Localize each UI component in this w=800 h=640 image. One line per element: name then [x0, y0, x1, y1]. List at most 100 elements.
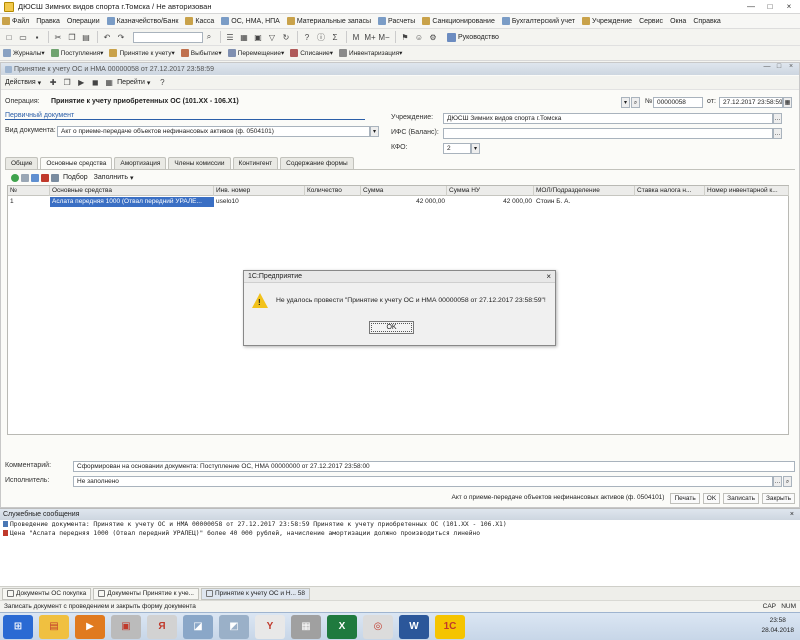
list-icon[interactable]: ☰ — [224, 31, 236, 43]
doc-kind-dropdown-icon[interactable]: ▾ — [370, 126, 379, 137]
table-cell-mol[interactable]: Стоин Б. А. — [534, 197, 635, 207]
menu-item-3[interactable]: Казначейство/Банк — [106, 17, 178, 25]
form-button-3[interactable]: Записать — [723, 493, 759, 504]
app-8-taskbar-icon[interactable]: ▦ — [291, 614, 321, 639]
app-3-taskbar-icon[interactable]: ▣ — [111, 614, 141, 639]
tab-5[interactable]: Содержание формы — [280, 157, 354, 169]
menu-item-9[interactable]: Бухгалтерский учет — [501, 17, 575, 25]
search-input[interactable] — [133, 31, 203, 43]
messages-close-icon[interactable]: × — [790, 509, 794, 521]
menu-item-7[interactable]: Расчеты — [378, 17, 415, 25]
executor-field[interactable]: Не заполнено — [73, 476, 773, 487]
copy-icon[interactable]: ❐ — [66, 31, 78, 43]
media-taskbar-icon[interactable]: ▶ — [75, 614, 105, 639]
guide-button[interactable]: Руководство — [447, 32, 499, 42]
table-cell-rate[interactable] — [635, 197, 705, 207]
yandex-browser-taskbar-icon[interactable]: Y — [255, 614, 285, 639]
form-button-0[interactable]: Акт о приеме-передаче объектов нефинансо… — [449, 493, 668, 504]
tab-4[interactable]: Контингент — [232, 157, 279, 169]
delete-row-icon[interactable] — [41, 173, 49, 182]
close-window-button[interactable]: × — [780, 0, 798, 13]
info-icon[interactable]: ⓘ — [315, 31, 327, 43]
table-row[interactable]: 1 Аслата передняя 1000 (Отвал передний УР… — [8, 186, 788, 207]
app-5-taskbar-icon[interactable]: ◪ — [183, 614, 213, 639]
section-button-3[interactable]: Выбытие ▾ — [180, 49, 222, 57]
form-button-1[interactable]: Печать — [670, 493, 700, 504]
unpost-doc-icon[interactable]: ◼ — [89, 77, 101, 89]
tools-icon[interactable]: ⚙ — [427, 31, 439, 43]
copy-row-icon[interactable] — [21, 173, 29, 182]
undo-icon[interactable]: ↶ — [101, 31, 113, 43]
section-button-5[interactable]: Списание ▾ — [290, 49, 333, 57]
institution-select-icon[interactable]: … — [773, 113, 782, 124]
actions-menu[interactable]: Действия ▾ — [5, 79, 41, 87]
fill-button[interactable]: Заполнить — [94, 174, 128, 181]
1c-taskbar-icon[interactable]: 1С — [435, 614, 465, 639]
fill-dropdown-icon[interactable]: ▾ — [130, 174, 134, 182]
copy-doc-icon[interactable]: ❐ — [61, 77, 73, 89]
menu-item-5[interactable]: ОС, НМА, НПА — [221, 17, 280, 25]
new-doc-icon[interactable]: □ — [3, 31, 15, 43]
kfo-dropdown-icon[interactable]: ▾ — [471, 143, 480, 154]
post-doc-icon[interactable]: ▶ — [75, 77, 87, 89]
form-button-4[interactable]: Закрыть — [761, 493, 795, 504]
table-cell-sum[interactable]: 42 000,00 — [361, 197, 447, 207]
tab-1[interactable]: Основные средства — [40, 157, 113, 169]
menu-item-8[interactable]: Санкционирование — [422, 17, 495, 25]
operation-dropdown-icon[interactable]: ▾ — [621, 97, 630, 108]
move-row-icon[interactable] — [51, 173, 59, 182]
refresh-icon[interactable]: ↻ — [280, 31, 292, 43]
select-button[interactable]: Подбор — [63, 174, 88, 181]
calendar-picker-icon[interactable]: ▦ — [783, 97, 792, 108]
doc-minimize-button[interactable]: — — [761, 63, 773, 70]
open-icon[interactable]: ▭ — [17, 31, 29, 43]
table-cell-card[interactable] — [705, 197, 789, 207]
table-cell-n[interactable]: 1 — [8, 197, 50, 207]
menu-item-2[interactable]: Операции — [67, 18, 100, 25]
find-icon[interactable]: ⌕ — [203, 31, 215, 43]
help-button[interactable]: ? — [156, 77, 168, 89]
clock[interactable]: 23:58 28.04.2018 — [761, 616, 794, 636]
word-taskbar-icon[interactable]: W — [399, 614, 429, 639]
date-field[interactable]: 27.12.2017 23:58:59 — [719, 97, 783, 108]
menu-item-13[interactable]: Справка — [693, 18, 720, 25]
minimize-button[interactable]: — — [742, 0, 760, 13]
section-button-6[interactable]: Инвентаризация ▾ — [339, 49, 402, 57]
tab-0[interactable]: Общие — [5, 157, 39, 169]
number-field[interactable]: 00000058 — [653, 97, 703, 108]
window-tab-2[interactable]: Принятие к учету ОС и Н... 58 — [200, 587, 310, 600]
maximize-button[interactable]: □ — [761, 0, 779, 13]
filter-icon[interactable]: ▽ — [266, 31, 278, 43]
yandex-taskbar-icon[interactable]: Я — [147, 614, 177, 639]
bookmark-icon[interactable]: ⚑ — [399, 31, 411, 43]
comment-field[interactable]: Сформирован на основании документа: Пост… — [73, 461, 795, 472]
save-icon[interactable]: ▪ — [31, 31, 43, 43]
kfo-field[interactable]: 2 — [443, 143, 471, 154]
structure-icon[interactable]: ▦ — [103, 77, 115, 89]
chrome-taskbar-icon[interactable]: ◎ — [363, 614, 393, 639]
excel-taskbar-icon[interactable]: X — [327, 614, 357, 639]
window-tab-0[interactable]: Документы ОС покупка — [2, 587, 92, 600]
doc-maximize-button[interactable]: □ — [773, 63, 785, 70]
form-button-2[interactable]: OK — [702, 493, 721, 504]
menu-item-4[interactable]: Касса — [185, 17, 214, 25]
ifs-select-icon[interactable]: … — [773, 128, 782, 139]
sum-icon[interactable]: Σ — [329, 31, 341, 43]
menu-item-12[interactable]: Окна — [670, 18, 686, 25]
explorer-taskbar-icon[interactable]: ▤ — [39, 614, 69, 639]
table-cell-asset[interactable]: Аслата передняя 1000 (Отвал передний УРА… — [50, 197, 214, 207]
menu-item-11[interactable]: Сервис — [639, 18, 663, 25]
menu-item-1[interactable]: Правка — [36, 18, 60, 25]
doc-kind-field[interactable]: Акт о приеме-передаче объектов нефинансо… — [57, 126, 370, 137]
dialog-ok-button[interactable]: OK — [369, 321, 414, 334]
memory-button[interactable]: M — [350, 31, 362, 43]
memory-minus-button[interactable]: M− — [378, 31, 390, 43]
grid-icon[interactable]: ▦ — [238, 31, 250, 43]
menu-item-0[interactable]: Файл — [2, 17, 29, 25]
table-cell-inv[interactable]: uselo10 — [214, 197, 305, 207]
operation-value[interactable]: Принятие к учету приобретенных ОС (101.Х… — [51, 98, 239, 105]
tab-3[interactable]: Члены комиссии — [168, 157, 231, 169]
table-cell-qty[interactable] — [305, 197, 361, 207]
tab-2[interactable]: Амортизация — [114, 157, 167, 169]
executor-open-icon[interactable]: ⌕ — [783, 476, 792, 487]
